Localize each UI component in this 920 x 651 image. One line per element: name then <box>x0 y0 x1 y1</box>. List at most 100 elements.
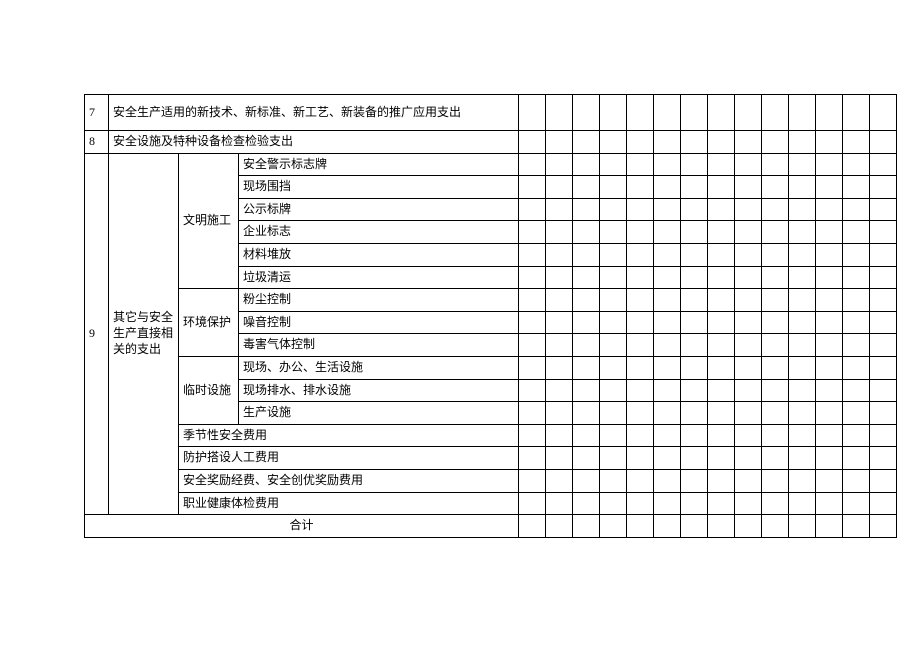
data-cell <box>762 289 789 312</box>
data-cell <box>843 266 870 289</box>
item: 企业标志 <box>239 221 519 244</box>
expense-table: 7 安全生产适用的新技术、新标准、新工艺、新装备的推广应用支出 8 安全设施及特… <box>84 94 897 538</box>
data-cell <box>762 221 789 244</box>
data-cell <box>600 492 627 515</box>
data-cell <box>816 198 843 221</box>
data-cell <box>816 243 843 266</box>
data-cell <box>519 447 546 470</box>
data-cell <box>627 492 654 515</box>
data-cell <box>627 402 654 425</box>
data-cell <box>546 379 573 402</box>
data-cell <box>654 221 681 244</box>
data-cell <box>654 469 681 492</box>
data-cell <box>870 153 897 176</box>
data-cell <box>627 334 654 357</box>
document-page: 7 安全生产适用的新技术、新标准、新工艺、新装备的推广应用支出 8 安全设施及特… <box>0 0 920 651</box>
data-cell <box>546 424 573 447</box>
table-row: 安全奖励经费、安全创优奖励费用 <box>85 469 897 492</box>
item: 防护搭设人工费用 <box>179 447 519 470</box>
data-cell <box>762 243 789 266</box>
data-cell <box>627 356 654 379</box>
data-cell <box>708 402 735 425</box>
data-cell <box>762 469 789 492</box>
total-label: 合计 <box>85 515 519 538</box>
data-cell <box>816 356 843 379</box>
data-cell <box>654 492 681 515</box>
data-cell <box>573 131 600 154</box>
table-row: 8 安全设施及特种设备检查检验支出 <box>85 131 897 154</box>
data-cell <box>843 221 870 244</box>
data-cell <box>627 95 654 131</box>
data-cell <box>843 243 870 266</box>
data-cell <box>681 402 708 425</box>
data-cell <box>789 447 816 470</box>
data-cell <box>735 266 762 289</box>
data-cell <box>708 289 735 312</box>
data-cell <box>681 266 708 289</box>
data-cell <box>681 243 708 266</box>
category: 临时设施 <box>179 356 239 424</box>
data-cell <box>681 356 708 379</box>
data-cell <box>762 379 789 402</box>
data-cell <box>600 424 627 447</box>
data-cell <box>627 515 654 538</box>
data-cell <box>519 379 546 402</box>
data-cell <box>735 424 762 447</box>
data-cell <box>708 515 735 538</box>
data-cell <box>708 153 735 176</box>
data-cell <box>681 221 708 244</box>
data-cell <box>816 95 843 131</box>
data-cell <box>843 311 870 334</box>
item: 粉尘控制 <box>239 289 519 312</box>
data-cell <box>627 176 654 199</box>
data-cell <box>627 447 654 470</box>
data-cell <box>573 356 600 379</box>
data-cell <box>870 289 897 312</box>
data-cell <box>600 311 627 334</box>
data-cell <box>600 356 627 379</box>
data-cell <box>654 379 681 402</box>
data-cell <box>681 176 708 199</box>
data-cell <box>681 447 708 470</box>
data-cell <box>546 447 573 470</box>
data-cell <box>735 95 762 131</box>
data-cell <box>573 515 600 538</box>
data-cell <box>843 515 870 538</box>
row-index: 9 <box>85 153 109 515</box>
data-cell <box>600 198 627 221</box>
data-cell <box>681 469 708 492</box>
data-cell <box>870 492 897 515</box>
data-cell <box>870 95 897 131</box>
data-cell <box>600 221 627 244</box>
data-cell <box>627 243 654 266</box>
data-cell <box>573 221 600 244</box>
data-cell <box>708 356 735 379</box>
item: 现场围挡 <box>239 176 519 199</box>
data-cell <box>870 356 897 379</box>
data-cell <box>843 198 870 221</box>
data-cell <box>654 334 681 357</box>
data-cell <box>789 266 816 289</box>
item: 噪音控制 <box>239 311 519 334</box>
data-cell <box>708 469 735 492</box>
data-cell <box>573 266 600 289</box>
data-cell <box>816 153 843 176</box>
category: 文明施工 <box>179 153 239 289</box>
data-cell <box>654 289 681 312</box>
data-cell <box>762 311 789 334</box>
data-cell <box>789 289 816 312</box>
data-cell <box>600 379 627 402</box>
data-cell <box>843 379 870 402</box>
data-cell <box>519 402 546 425</box>
data-cell <box>843 334 870 357</box>
item: 垃圾清运 <box>239 266 519 289</box>
data-cell <box>843 131 870 154</box>
data-cell <box>519 424 546 447</box>
data-cell <box>843 176 870 199</box>
data-cell <box>789 176 816 199</box>
data-cell <box>627 289 654 312</box>
data-cell <box>762 198 789 221</box>
item: 毒害气体控制 <box>239 334 519 357</box>
data-cell <box>573 469 600 492</box>
data-cell <box>735 243 762 266</box>
